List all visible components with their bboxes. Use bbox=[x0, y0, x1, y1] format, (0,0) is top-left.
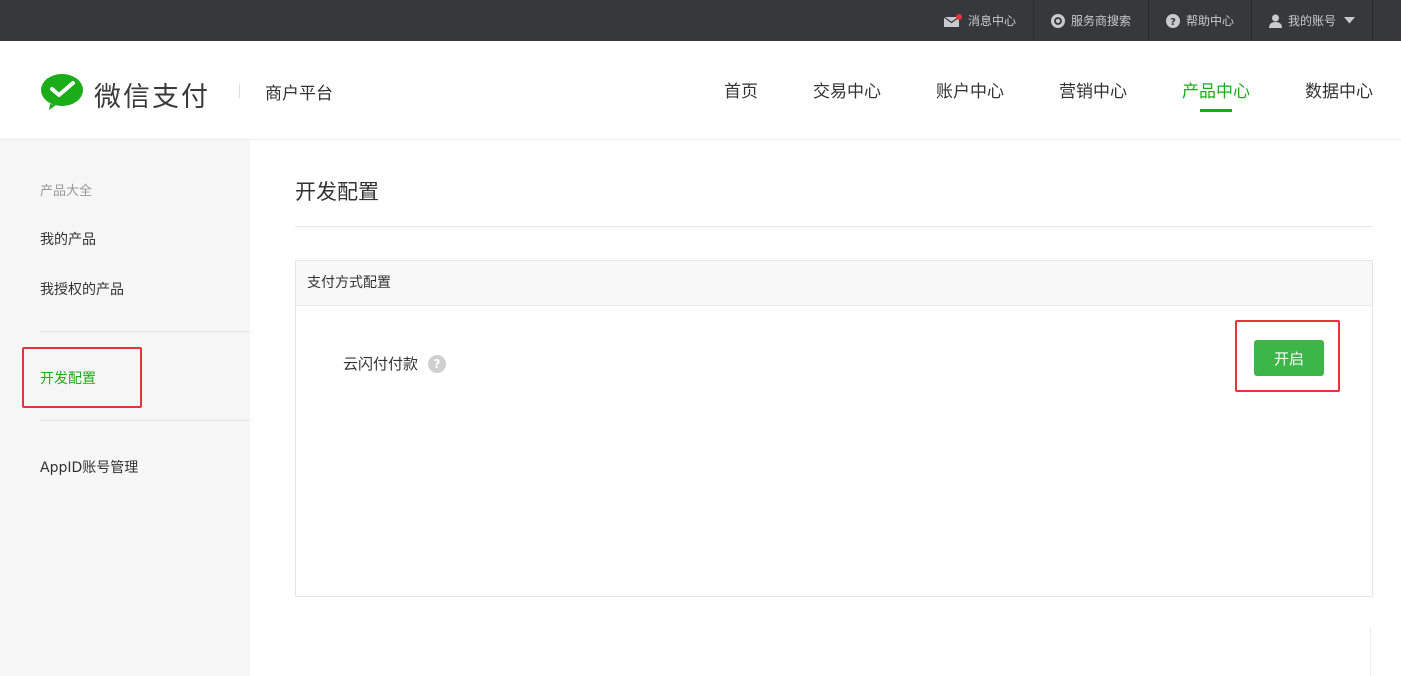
help-icon[interactable]: ? bbox=[428, 354, 447, 373]
cloud-quickpass-label: 云闪付付款 bbox=[343, 355, 419, 373]
panel-title: 支付方式配置 bbox=[296, 261, 1372, 306]
main-nav: 首页 交易中心 账户中心 营销中心 产品中心 数据中心 bbox=[669, 77, 1373, 112]
enable-button-highlight-box bbox=[1235, 320, 1340, 392]
config-row: 云闪付付款 ? bbox=[343, 353, 447, 374]
nav-trade-center[interactable]: 交易中心 bbox=[813, 77, 881, 102]
top-utility-bar: 消息中心 服务商搜索 ? 帮助中心 我的账号 bbox=[0, 0, 1401, 41]
message-center-link[interactable]: 消息中心 bbox=[927, 0, 1033, 41]
nav-product-center[interactable]: 产品中心 bbox=[1182, 77, 1250, 112]
provider-search-link[interactable]: 服务商搜索 bbox=[1032, 0, 1148, 41]
payment-method-config-panel: 支付方式配置 云闪付付款 ? 开启 bbox=[295, 260, 1373, 597]
logo-text: 微信支付 bbox=[94, 81, 210, 113]
sidebar-item-appid-management[interactable]: AppID账号管理 bbox=[40, 457, 138, 477]
title-divider bbox=[295, 226, 1373, 227]
main-header: 微信支付 商户平台 首页 交易中心 账户中心 营销中心 产品中心 数据中心 bbox=[0, 41, 1401, 140]
nav-home[interactable]: 首页 bbox=[724, 77, 758, 102]
caret-down-icon bbox=[1344, 17, 1355, 24]
message-center-label: 消息中心 bbox=[967, 14, 1016, 28]
sidebar-heading[interactable]: 产品大全 bbox=[40, 180, 92, 199]
sidebar-divider bbox=[40, 420, 250, 421]
nav-data-center[interactable]: 数据中心 bbox=[1305, 77, 1373, 102]
sidebar: 产品大全 我的产品 我授权的产品 开发配置 AppID账号管理 bbox=[0, 140, 250, 676]
help-center-label: 帮助中心 bbox=[1185, 14, 1234, 28]
top-utility-items: 消息中心 服务商搜索 ? 帮助中心 我的账号 bbox=[927, 0, 1373, 41]
provider-search-label: 服务商搜索 bbox=[1070, 14, 1131, 28]
nav-marketing-center[interactable]: 营销中心 bbox=[1059, 77, 1127, 102]
wechat-pay-logo[interactable]: 微信支付 bbox=[40, 74, 210, 114]
page-title: 开发配置 bbox=[295, 180, 379, 204]
user-icon bbox=[1268, 14, 1282, 28]
nav-account-center[interactable]: 账户中心 bbox=[936, 77, 1004, 102]
my-account-label: 我的账号 bbox=[1287, 14, 1336, 28]
sidebar-divider bbox=[40, 331, 250, 332]
svg-text:?: ? bbox=[1170, 17, 1176, 28]
help-circle-icon: ? bbox=[1165, 13, 1180, 28]
help-center-link[interactable]: ? 帮助中心 bbox=[1147, 0, 1251, 41]
search-circle-icon bbox=[1050, 13, 1065, 28]
platform-name: 商户平台 bbox=[265, 84, 333, 104]
scroll-edge-line bbox=[1370, 628, 1371, 676]
dev-config-highlight-box bbox=[22, 347, 142, 408]
mail-icon bbox=[943, 14, 962, 27]
sidebar-item-my-products[interactable]: 我的产品 bbox=[40, 229, 96, 249]
sidebar-item-authorized-products[interactable]: 我授权的产品 bbox=[40, 279, 124, 299]
wechat-pay-logo-icon bbox=[40, 74, 84, 114]
my-account-menu[interactable]: 我的账号 bbox=[1250, 0, 1373, 41]
logo-separator bbox=[239, 84, 240, 98]
